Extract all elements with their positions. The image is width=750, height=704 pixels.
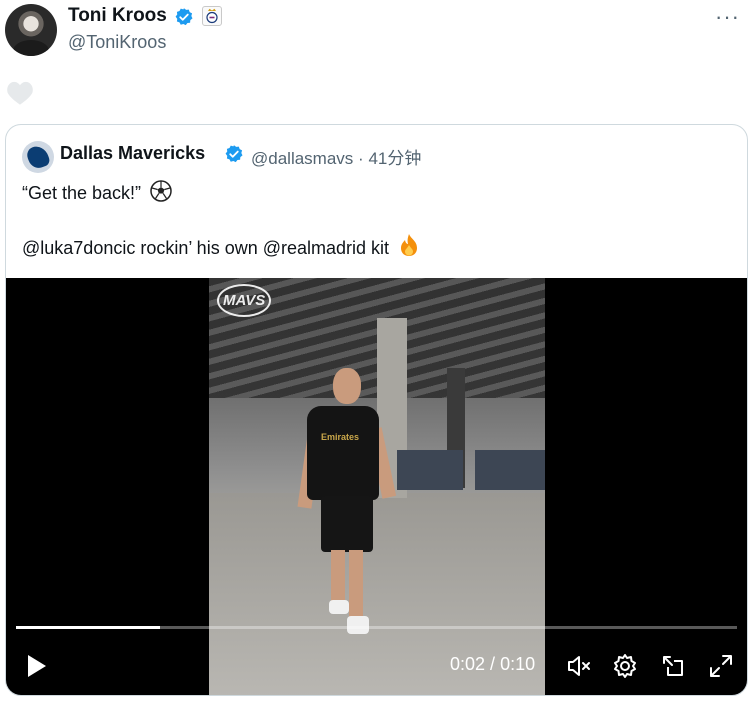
- fullscreen-icon[interactable]: [708, 653, 734, 679]
- pip-icon[interactable]: [660, 653, 686, 679]
- video-time: 0:02 / 0:10: [450, 654, 535, 675]
- video-frame[interactable]: Emirates MAVS: [209, 278, 545, 695]
- verified-icon: [175, 8, 193, 26]
- video-banner-right: [475, 450, 545, 490]
- video-person-jersey: [307, 406, 379, 500]
- meta-separator: ·: [358, 149, 364, 168]
- video-person-shorts: [321, 496, 373, 552]
- video-current-time: 0:02: [450, 654, 486, 674]
- video-time-separator: /: [485, 654, 501, 674]
- fire-emoji: [401, 234, 418, 256]
- heart-icon[interactable]: [6, 80, 34, 106]
- volume-muted-icon[interactable]: [566, 653, 592, 679]
- soccer-ball-emoji: [150, 180, 172, 202]
- club-badge-icon: [202, 6, 222, 26]
- play-icon[interactable]: [26, 654, 48, 678]
- video-person-leg: [349, 550, 363, 622]
- more-icon[interactable]: ···: [715, 4, 740, 30]
- author-handle[interactable]: @ToniKroos: [68, 32, 166, 53]
- video-person-shoe: [329, 600, 349, 614]
- quoted-timestamp[interactable]: 41分钟: [368, 149, 421, 168]
- quoted-text-line-2: @luka7doncic rockin’ his own @realmadrid…: [22, 233, 420, 259]
- video-banner-left: [397, 450, 463, 490]
- quoted-text-mentions: @luka7doncic rockin’ his own @realmadrid…: [22, 238, 390, 258]
- quoted-text-quote: “Get the back!”: [22, 183, 142, 203]
- quoted-text-line-1: “Get the back!”: [22, 180, 172, 204]
- quoted-author-name[interactable]: Dallas Mavericks: [60, 143, 205, 164]
- video-person-shoe: [347, 616, 369, 634]
- quoted-author-meta: @dallasmavs · 41分钟: [251, 144, 421, 169]
- mavs-watermark: MAVS: [217, 284, 272, 317]
- video-progress-bar[interactable]: [16, 626, 737, 629]
- jersey-sponsor: Emirates: [321, 432, 360, 442]
- quoted-post-card[interactable]: Dallas Mavericks @dallasmavs · 41分钟 “Get…: [5, 124, 748, 696]
- quoted-author-avatar[interactable]: [22, 141, 54, 173]
- verified-icon: [225, 145, 243, 163]
- video-duration: 0:10: [500, 654, 536, 674]
- author-avatar[interactable]: [5, 4, 57, 56]
- author-name[interactable]: Toni Kroos: [68, 5, 167, 27]
- settings-icon[interactable]: [612, 653, 638, 679]
- video-player[interactable]: Emirates MAVS 0:02 / 0:10: [6, 278, 747, 695]
- video-person-head: [333, 368, 361, 404]
- video-progress-fill: [16, 626, 161, 629]
- quoted-author-handle[interactable]: @dallasmavs: [251, 149, 353, 168]
